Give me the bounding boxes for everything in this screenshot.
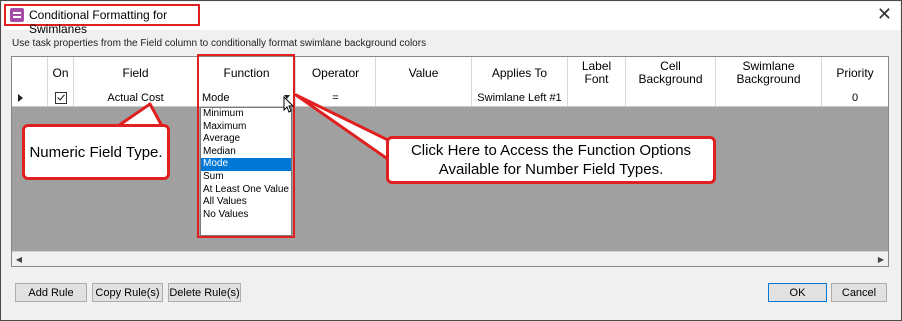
label-font-cell[interactable]	[568, 89, 626, 106]
scroll-right-icon[interactable]: ▶	[874, 252, 888, 266]
conditional-format-icon	[10, 8, 24, 22]
header-swimlane-background[interactable]: Swimlane Background	[716, 57, 822, 89]
window-title: Conditional Formatting for Swimlanes	[29, 8, 168, 36]
ok-button[interactable]: OK	[768, 283, 827, 302]
copy-rules-button[interactable]: Copy Rule(s)	[92, 283, 163, 302]
on-checkbox-cell[interactable]	[48, 89, 74, 106]
title-bar: Conditional Formatting for Swimlanes ✕	[2, 2, 900, 36]
priority-cell[interactable]: 0	[822, 89, 888, 106]
header-row-selector	[12, 57, 48, 89]
close-icon[interactable]: ✕	[877, 5, 892, 23]
function-option[interactable]: Median	[201, 146, 291, 159]
applies-to-cell[interactable]: Swimlane Left #1	[472, 89, 568, 106]
row-selector[interactable]	[12, 89, 48, 106]
function-option[interactable]: Maximum	[201, 121, 291, 134]
function-option[interactable]: Average	[201, 133, 291, 146]
function-help-line1: Click Here to Access the Function Option…	[410, 142, 692, 159]
function-option[interactable]: All Values	[201, 196, 291, 209]
header-field[interactable]: Field	[74, 57, 198, 89]
title-highlight: Conditional Formatting for Swimlanes	[4, 4, 200, 36]
function-cell[interactable]: Mode	[198, 89, 296, 106]
horizontal-scrollbar[interactable]: ◀ ▶	[12, 251, 888, 266]
cancel-button[interactable]: Cancel	[831, 283, 887, 302]
field-cell[interactable]: Actual Cost	[74, 89, 198, 106]
mouse-pointer-icon	[283, 96, 295, 113]
table-row[interactable]: Actual Cost Mode = Swimlane Left #1 0	[12, 89, 888, 107]
on-checkbox[interactable]	[54, 91, 67, 104]
header-operator[interactable]: Operator	[296, 57, 376, 89]
function-dropdown-list[interactable]: Minimum Maximum Average Median Mode Sum …	[200, 107, 292, 236]
swimlane-background-cell[interactable]	[716, 89, 822, 106]
function-option[interactable]: No Values	[201, 209, 291, 222]
header-cell-background[interactable]: Cell Background	[626, 57, 716, 89]
header-on[interactable]: On	[48, 57, 74, 89]
header-applies-to[interactable]: Applies To	[472, 57, 568, 89]
numeric-field-callout: Numeric Field Type.	[22, 124, 170, 180]
function-option[interactable]: Sum	[201, 171, 291, 184]
add-rule-button[interactable]: Add Rule	[15, 283, 87, 302]
row-pointer-icon	[18, 93, 23, 102]
function-help-callout: Click Here to Access the Function Option…	[386, 136, 716, 184]
function-help-line2: Available for Number Field Types.	[438, 161, 664, 178]
grid-header: On Field Function Operator Value Applies…	[12, 57, 888, 90]
value-cell[interactable]	[376, 89, 472, 106]
delete-rules-button[interactable]: Delete Rule(s)	[168, 283, 241, 302]
header-priority[interactable]: Priority	[822, 57, 888, 89]
header-value[interactable]: Value	[376, 57, 472, 89]
function-option[interactable]: Minimum	[201, 108, 291, 121]
instruction-text: Use task properties from the Field colum…	[12, 38, 427, 49]
header-function[interactable]: Function	[198, 57, 296, 89]
function-option[interactable]: At Least One Value	[201, 184, 291, 197]
function-option-selected[interactable]: Mode	[201, 158, 291, 171]
scroll-left-icon[interactable]: ◀	[12, 252, 26, 266]
header-label-font[interactable]: Label Font	[568, 57, 626, 89]
cell-background-cell[interactable]	[626, 89, 716, 106]
operator-cell[interactable]: =	[296, 89, 376, 106]
